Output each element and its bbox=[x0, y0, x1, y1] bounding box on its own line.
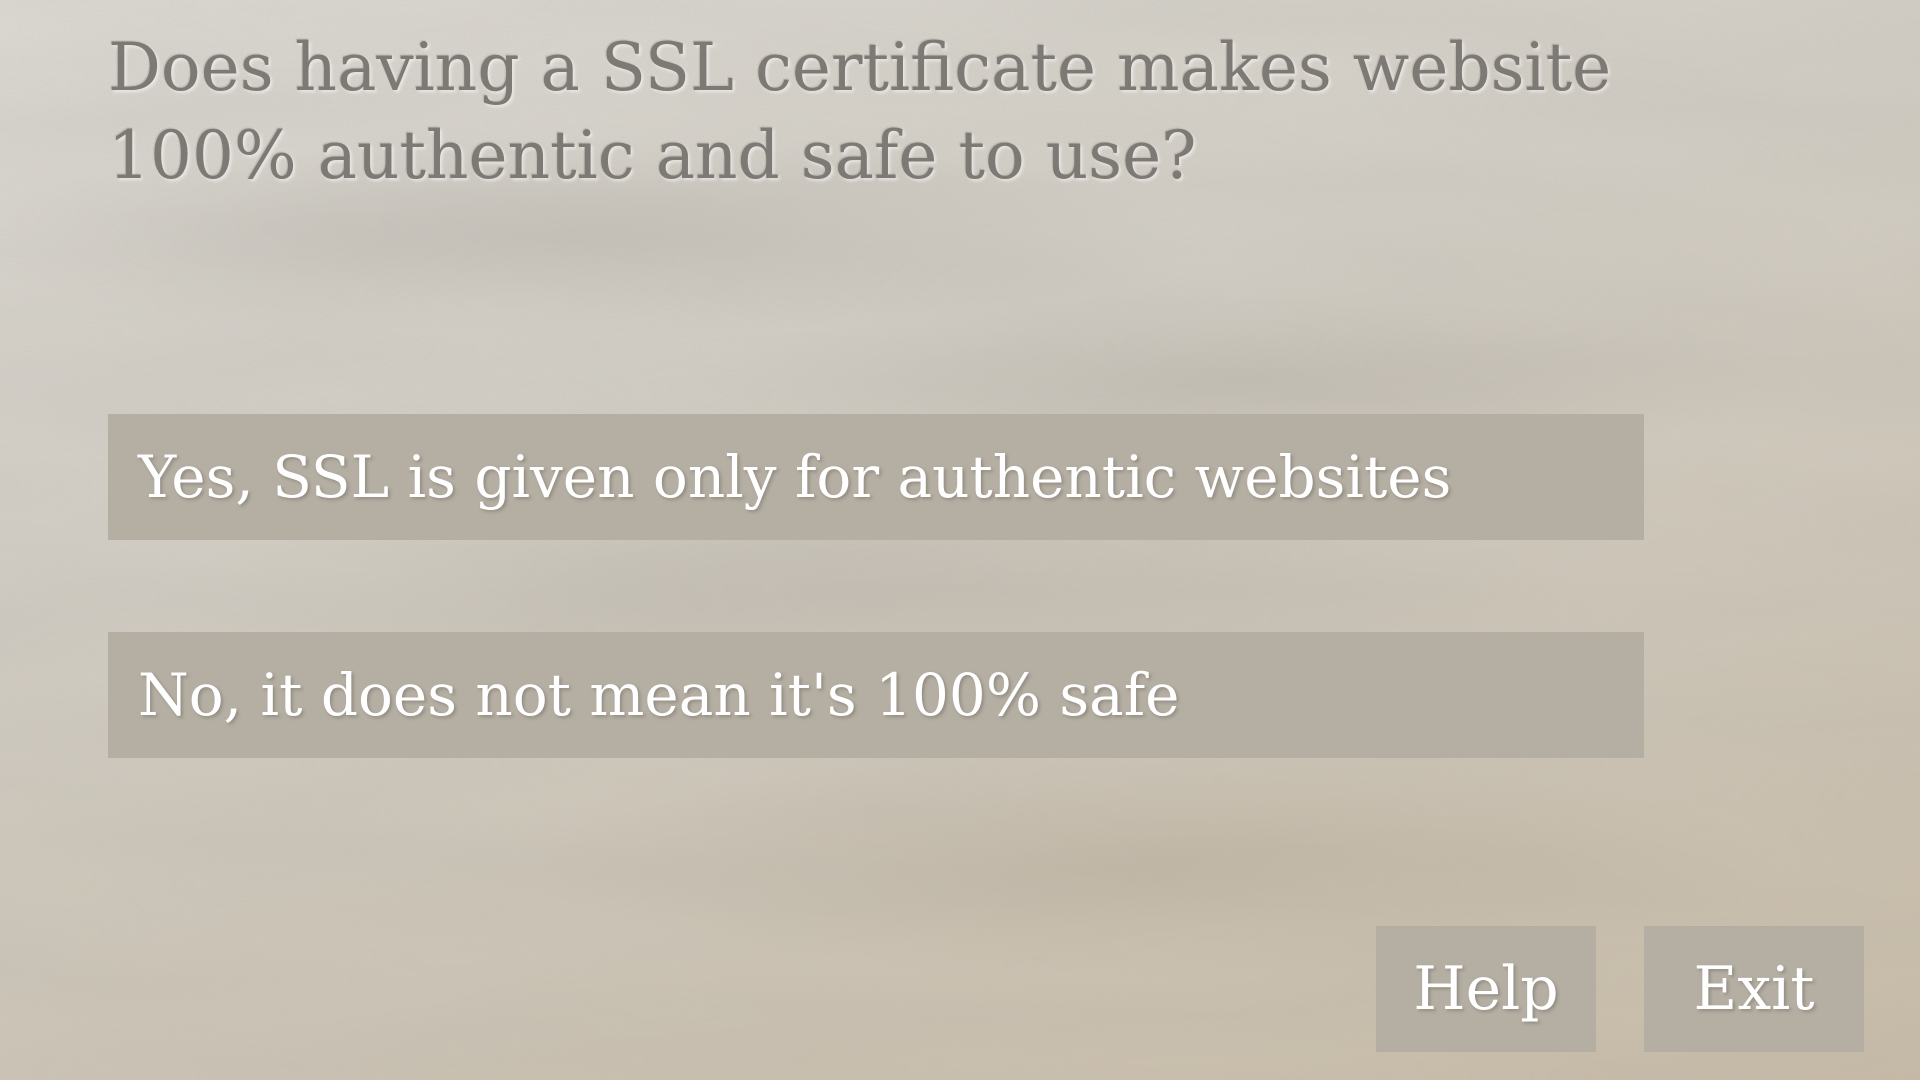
exit-button-label: Exit bbox=[1693, 954, 1815, 1024]
question-text: Does having a SSL certificate makes webs… bbox=[108, 29, 1612, 194]
answer-option-label: No, it does not mean it's 100% safe bbox=[138, 661, 1180, 729]
answer-option-label: Yes, SSL is given only for authentic web… bbox=[138, 443, 1452, 511]
exit-button[interactable]: Exit bbox=[1644, 926, 1864, 1052]
answer-option-no[interactable]: No, it does not mean it's 100% safe bbox=[108, 632, 1644, 758]
answer-option-yes[interactable]: Yes, SSL is given only for authentic web… bbox=[108, 414, 1644, 540]
help-button-label: Help bbox=[1413, 954, 1559, 1024]
help-button[interactable]: Help bbox=[1376, 926, 1596, 1052]
